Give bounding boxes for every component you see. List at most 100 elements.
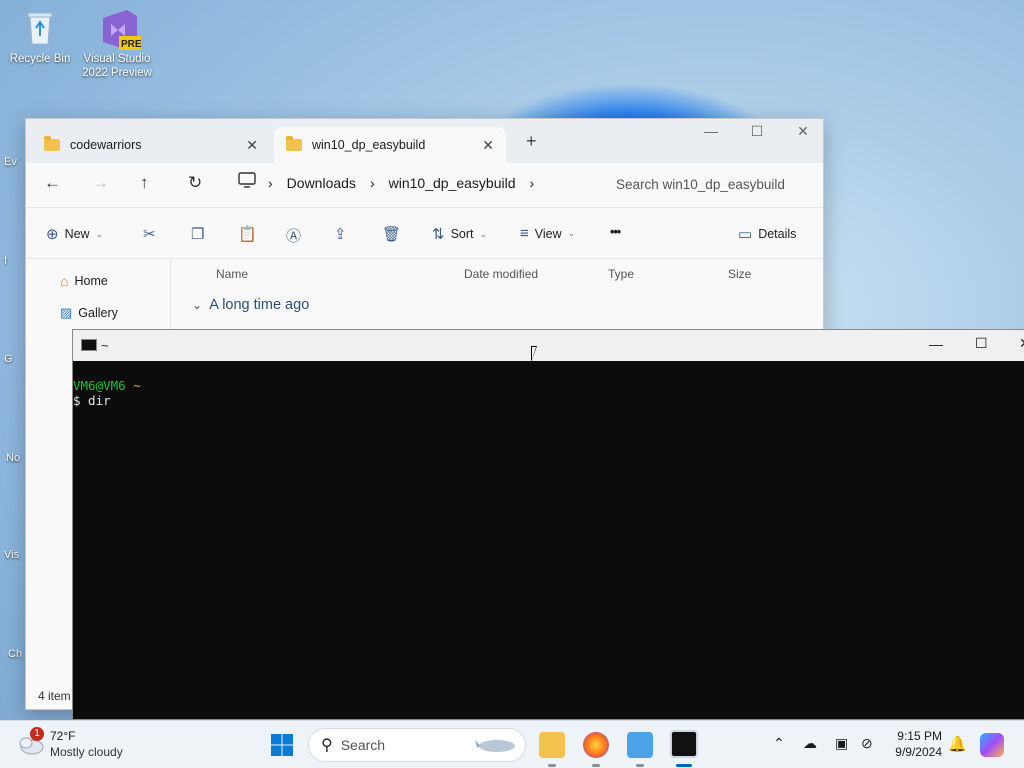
delete-icon[interactable]: 🗑 — [382, 225, 401, 243]
sort-button[interactable]: ⇅ Sort ⌄ — [432, 225, 487, 243]
prompt-dir: ~ — [133, 378, 141, 393]
windows-logo-icon — [271, 734, 293, 756]
chevron-down-icon: ⌄ — [567, 228, 576, 238]
home-icon: ⌂ — [60, 273, 69, 289]
visual-studio-icon: PRE — [97, 8, 142, 50]
group-header-label: A long time ago — [209, 297, 310, 313]
details-label: Details — [758, 227, 797, 241]
column-header-size[interactable]: Size — [728, 267, 751, 281]
up-button[interactable]: ↑ — [140, 173, 149, 193]
chevron-down-icon: ⌄ — [95, 228, 104, 239]
taskbar-search[interactable]: ⚲ Search — [308, 728, 526, 762]
desktop-icon-label: Recycle Bin — [9, 53, 71, 65]
pre-badge: PRE — [121, 39, 142, 50]
sort-icon: ⇅ — [432, 226, 445, 243]
minimize-button[interactable]: — — [688, 123, 734, 139]
view-icon: ≡ — [520, 225, 529, 242]
chevron-right-icon[interactable]: › — [268, 175, 273, 191]
folder-icon — [44, 136, 60, 151]
terminal-window[interactable]: ~ — ☐ ✕ VM6@VM6 ~ $ dir — [72, 329, 1024, 720]
chevron-up-icon[interactable]: ⌃ — [773, 735, 785, 752]
network-icon[interactable]: ▣ — [835, 735, 848, 752]
status-bar-count: 4 item — [38, 689, 71, 703]
active-indicator — [676, 764, 692, 767]
column-header-date-modified[interactable]: Date modified — [464, 267, 538, 281]
nav-item-gallery[interactable]: ▨ Gallery — [60, 305, 118, 321]
tab-strip: codewarriors ✕ win10_dp_easybuild ✕ + — … — [26, 119, 823, 163]
cut-icon[interactable]: ✂ — [143, 225, 156, 243]
forward-button[interactable]: → — [92, 173, 109, 193]
weather-widget[interactable]: 1 — [16, 727, 44, 758]
nav-label: Gallery — [78, 306, 118, 320]
view-button[interactable]: ≡ View ⌄ — [520, 225, 575, 242]
search-icon: ⚲ — [321, 737, 333, 754]
close-tab-icon[interactable]: ✕ — [246, 137, 258, 154]
folder-icon — [286, 136, 302, 151]
share-icon[interactable]: ⇪ — [334, 225, 347, 243]
nav-label: Home — [74, 274, 108, 288]
command-line: $ dir — [73, 393, 111, 408]
chevron-right-icon[interactable]: › — [529, 175, 534, 191]
desktop-icon-recycle-bin[interactable]: Recycle Bin — [0, 8, 80, 66]
close-window-button[interactable]: ✕ — [1019, 335, 1024, 352]
recycle-bin-icon — [20, 8, 60, 48]
details-button[interactable]: ▭ Details — [738, 225, 796, 243]
command-bar: ⊕ New ⌄ ✂ ❐ 📋 Ⓐ ⇪ 🗑 ⇅ Sort ⌄ ≡ View ⌄ ••… — [26, 207, 823, 259]
tab-codewarriors[interactable]: codewarriors ✕ — [32, 127, 270, 163]
breadcrumb-downloads[interactable]: Downloads — [287, 175, 356, 191]
paste-icon[interactable]: 📋 — [238, 225, 257, 243]
notification-bell-icon[interactable]: 🔔 — [948, 735, 967, 753]
weather-description: Mostly cloudy — [50, 745, 123, 759]
search-input[interactable]: Search win10_dp_easybuild — [602, 169, 812, 201]
new-tab-button[interactable]: + — [526, 131, 537, 152]
address-bar: ← → ↑ ↻ › Downloads › win10_dp_easybuild… — [26, 163, 823, 207]
new-button[interactable]: ⊕ New ⌄ — [46, 225, 103, 243]
new-label: New — [64, 227, 90, 241]
back-button[interactable]: ← — [44, 173, 61, 193]
onedrive-offline-icon[interactable]: ☁ — [803, 735, 817, 752]
group-header[interactable]: ⌄ A long time ago — [192, 297, 309, 313]
tab-win10-dp-easybuild[interactable]: win10_dp_easybuild ✕ — [274, 127, 506, 163]
maximize-button[interactable]: ☐ — [975, 335, 988, 352]
desktop-icon-visual-studio[interactable]: PRE Visual Studio 2022 Preview — [77, 8, 157, 80]
maximize-button[interactable]: ☐ — [734, 123, 780, 140]
column-header-type[interactable]: Type — [608, 267, 634, 281]
clock[interactable]: 9:15 PM 9/9/2024 — [890, 729, 942, 759]
copilot-icon[interactable] — [980, 733, 1004, 757]
minimize-button[interactable]: — — [929, 336, 943, 352]
terminal-titlebar[interactable]: ~ — ☐ ✕ — [73, 330, 1024, 361]
mouse-cursor — [531, 346, 537, 362]
running-indicator — [548, 764, 556, 767]
nav-item-home[interactable]: ⌂ Home — [60, 273, 108, 289]
tab-label: win10_dp_easybuild — [312, 138, 426, 152]
refresh-button[interactable]: ↻ — [188, 173, 202, 193]
sort-label: Sort — [450, 227, 474, 241]
plus-circle-icon: ⊕ — [46, 226, 59, 243]
running-indicator — [636, 764, 644, 767]
details-pane-icon: ▭ — [738, 226, 753, 243]
breadcrumb-current[interactable]: win10_dp_easybuild — [389, 175, 516, 191]
firefox-taskbar-icon[interactable] — [583, 732, 609, 758]
chevron-right-icon[interactable]: › — [370, 175, 375, 191]
close-tab-icon[interactable]: ✕ — [482, 137, 494, 154]
more-options-button[interactable]: ••• — [610, 225, 621, 239]
terminal-taskbar-icon[interactable] — [670, 730, 698, 758]
gallery-icon: ▨ — [60, 305, 73, 320]
notification-badge: 1 — [30, 727, 44, 741]
clock-date: 9/9/2024 — [895, 745, 942, 759]
clock-time: 9:15 PM — [897, 729, 942, 743]
column-header-name[interactable]: Name — [216, 267, 248, 281]
start-button[interactable] — [270, 733, 294, 760]
close-window-button[interactable]: ✕ — [780, 123, 823, 140]
rename-icon[interactable]: Ⓐ — [286, 225, 301, 246]
tab-label: codewarriors — [70, 138, 142, 152]
notepad-taskbar-icon[interactable] — [627, 732, 653, 758]
copy-icon[interactable]: ❐ — [191, 225, 204, 243]
terminal-output[interactable]: VM6@VM6 ~ $ dir — [73, 361, 1024, 408]
terminal-app-icon — [81, 339, 97, 351]
weather-temperature: 72°F — [50, 729, 76, 743]
volume-muted-icon[interactable]: ⊘ — [861, 735, 873, 752]
file-explorer-taskbar-icon[interactable] — [539, 732, 565, 758]
desktop-icon-label: Visual Studio 2022 Preview — [82, 53, 152, 79]
search-label: Search — [340, 737, 386, 753]
